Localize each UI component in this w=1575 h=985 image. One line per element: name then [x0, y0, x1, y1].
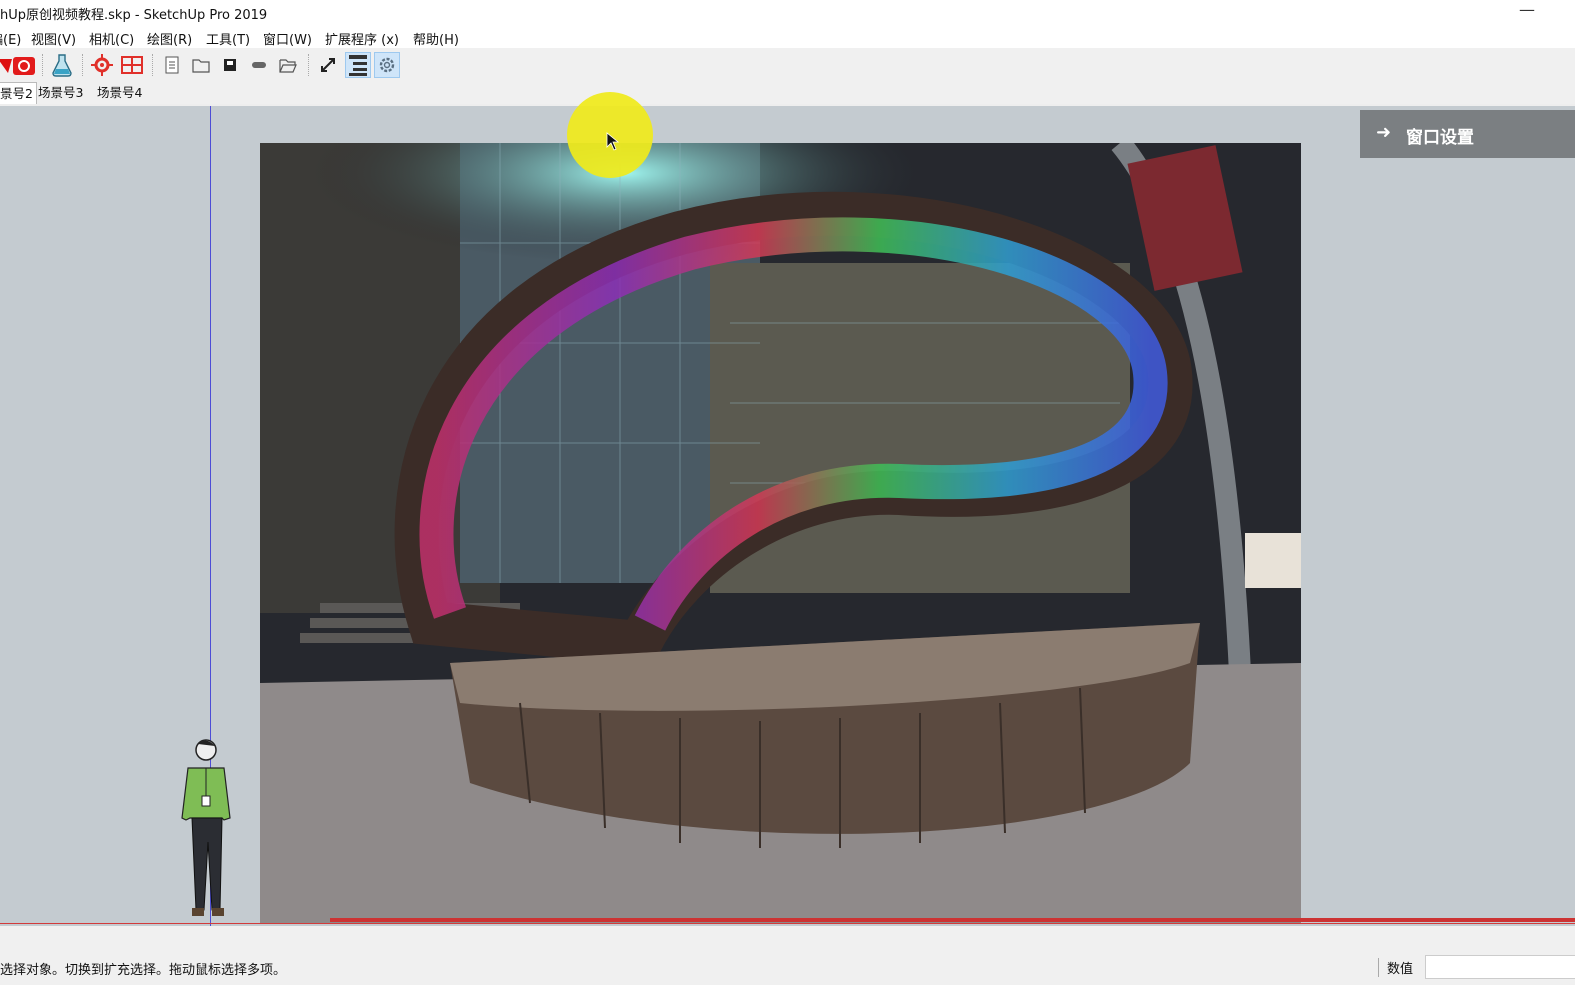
- menu-bar: 編(E) 视图(V) 相机(C) 绘图(R) 工具(T) 窗口(W) 扩展程序 …: [0, 26, 1575, 48]
- arrow-right-icon: ➜: [1376, 122, 1392, 143]
- tray-window-settings[interactable]: ➜ 窗口设置: [1360, 110, 1575, 158]
- section-grid-icon[interactable]: [120, 53, 144, 77]
- menu-tools[interactable]: 工具(T): [206, 29, 250, 48]
- folder-icon[interactable]: [189, 53, 213, 77]
- menu-camera[interactable]: 相机(C): [89, 29, 134, 48]
- menu-window[interactable]: 窗口(W): [263, 29, 312, 48]
- flask-icon[interactable]: [50, 53, 74, 77]
- menu-extensions[interactable]: 扩展程序 (x): [325, 29, 399, 48]
- status-bar: 选择对象。切换到扩充选择。拖动鼠标选择多项。 数值: [0, 948, 1575, 985]
- scale-figure: [178, 738, 240, 928]
- menu-view[interactable]: 视图(V): [31, 29, 76, 48]
- sun-settings-icon[interactable]: [90, 53, 114, 77]
- mouse-pointer-icon: [606, 132, 620, 151]
- zoom-extents-icon[interactable]: [316, 53, 340, 77]
- tray-label: 窗口设置: [1406, 128, 1474, 148]
- scene-tabs: 景号2 场景号3 场景号4: [0, 82, 1575, 104]
- minimize-button[interactable]: —: [1519, 0, 1535, 19]
- title-bar: hUp原创视频教程.skp - SketchUp Pro 2019 —: [0, 0, 1575, 26]
- menu-edit[interactable]: 編(E): [0, 29, 21, 48]
- menu-help[interactable]: 帮助(H): [413, 29, 459, 48]
- measurements-input[interactable]: [1425, 955, 1575, 979]
- menu-draw[interactable]: 绘图(R): [147, 29, 192, 48]
- sculpture-photo: [260, 143, 1301, 923]
- save-icon[interactable]: [218, 53, 242, 77]
- tab-scene-2[interactable]: 景号2: [0, 82, 37, 104]
- outliner-icon[interactable]: [345, 52, 371, 78]
- document-icon[interactable]: [160, 53, 184, 77]
- gear-icon[interactable]: [374, 52, 400, 78]
- camera-icon[interactable]: [12, 53, 36, 77]
- status-message: 选择对象。切换到扩充选择。拖动鼠标选择多项。: [0, 963, 287, 978]
- tab-scene-3[interactable]: 场景号3: [35, 82, 86, 103]
- toolbar: [0, 48, 1575, 83]
- open-folder-icon[interactable]: [276, 53, 300, 77]
- measurements-label: 数值: [1378, 958, 1413, 977]
- window-title: hUp原创视频教程.skp - SketchUp Pro 2019: [0, 8, 268, 23]
- ground-line: [330, 918, 1575, 922]
- tag-icon[interactable]: [247, 53, 271, 77]
- tab-scene-4[interactable]: 场景号4: [94, 82, 145, 103]
